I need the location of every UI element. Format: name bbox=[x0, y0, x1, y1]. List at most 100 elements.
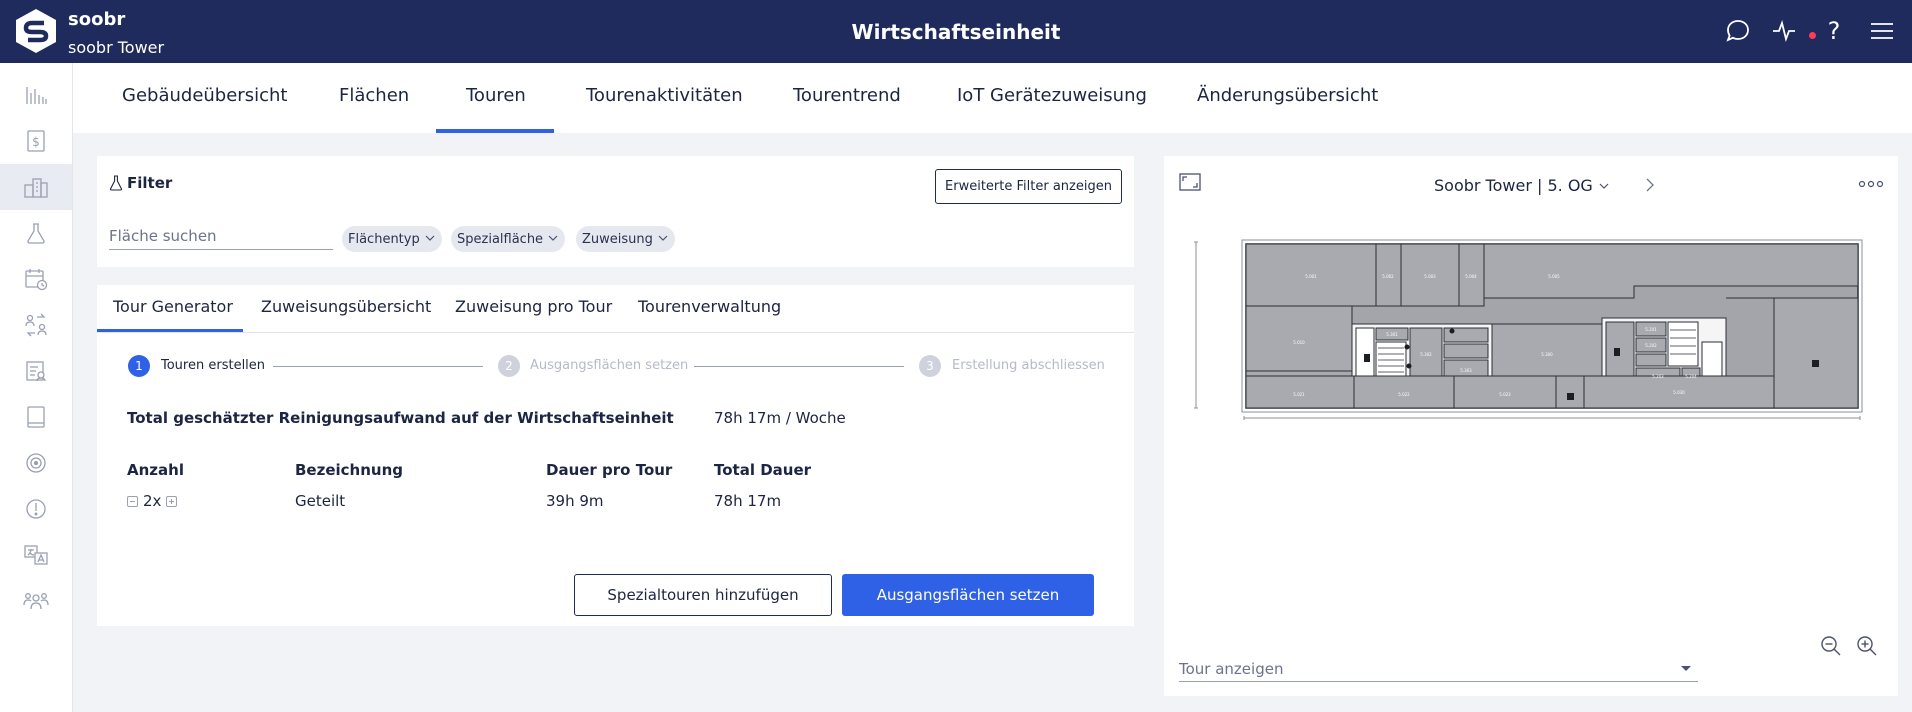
sidebar: $ bbox=[0, 63, 73, 712]
tab-tourenaktivitaeten[interactable]: Tourenaktivitäten bbox=[586, 85, 743, 106]
svg-text:5.004: 5.004 bbox=[1465, 274, 1477, 279]
svg-text:5.203: 5.203 bbox=[1652, 374, 1664, 379]
sidebar-item-buildings[interactable] bbox=[0, 164, 72, 210]
floor-plan-image[interactable]: 5.001 5.002 5.003 5.004 5.005 5.010 5.301 5.30… bbox=[1194, 236, 1864, 476]
zoom-out-icon[interactable] bbox=[1820, 635, 1842, 657]
top-bar: soobr soobr Tower Wirtschaftseinheit ? bbox=[0, 0, 1912, 63]
tour-total-duration: 78h 17m bbox=[714, 492, 782, 510]
chevron-down-icon bbox=[425, 235, 435, 241]
svg-text:5.030: 5.030 bbox=[1673, 390, 1685, 395]
sidebar-item-finance[interactable]: $ bbox=[0, 118, 72, 164]
chip-flaechentyp[interactable]: Flächentyp bbox=[342, 226, 442, 252]
column-header-anzahl: Anzahl bbox=[127, 461, 184, 479]
target-icon bbox=[26, 453, 46, 473]
sidebar-item-devices[interactable] bbox=[0, 394, 72, 440]
dollar-document-icon: $ bbox=[27, 130, 45, 152]
tour-duration: 39h 9m bbox=[546, 492, 604, 510]
sidebar-item-dashboard[interactable] bbox=[0, 72, 72, 118]
subtab-tourenverwaltung[interactable]: Tourenverwaltung bbox=[638, 297, 781, 316]
column-header-dauer-pro-tour: Dauer pro Tour bbox=[546, 461, 673, 479]
active-subtab-indicator bbox=[97, 329, 243, 332]
step-3-circle: 3 bbox=[919, 355, 941, 377]
zoom-in-icon[interactable] bbox=[1856, 635, 1878, 657]
sidebar-item-translations[interactable] bbox=[0, 532, 72, 578]
tab-aenderungsuebersicht[interactable]: Änderungsübersicht bbox=[1197, 85, 1378, 106]
svg-text:5.303: 5.303 bbox=[1460, 368, 1472, 373]
sidebar-item-assignments[interactable] bbox=[0, 302, 72, 348]
filter-title: Filter bbox=[109, 174, 172, 192]
tab-touren[interactable]: Touren bbox=[466, 85, 526, 106]
step-1-label: Touren erstellen bbox=[161, 358, 266, 373]
flask-icon bbox=[27, 223, 45, 244]
advanced-filter-button[interactable]: Erweiterte Filter anzeigen bbox=[935, 169, 1122, 204]
svg-text:$: $ bbox=[32, 135, 40, 149]
swap-icon bbox=[25, 313, 47, 337]
subtabs-divider bbox=[97, 332, 1134, 333]
chip-zuweisung[interactable]: Zuweisung bbox=[576, 226, 675, 252]
svg-text:5.001: 5.001 bbox=[1305, 274, 1317, 279]
floor-selector-label: Soobr Tower | 5. OG bbox=[1434, 176, 1593, 195]
tab-flaechen[interactable]: Flächen bbox=[339, 85, 409, 106]
filter-card: Filter Erweiterte Filter anzeigen Fläche… bbox=[97, 156, 1134, 267]
svg-text:5.023: 5.023 bbox=[1499, 392, 1511, 397]
summary-value: 78h 17m / Woche bbox=[714, 409, 846, 427]
help-icon[interactable]: ? bbox=[1819, 16, 1849, 46]
svg-text:5.021: 5.021 bbox=[1293, 392, 1305, 397]
svg-text:5.301: 5.301 bbox=[1386, 332, 1398, 337]
svg-text:5.005: 5.005 bbox=[1548, 274, 1560, 279]
filter-flask-icon bbox=[109, 175, 123, 191]
expand-icon[interactable] bbox=[1179, 173, 1201, 191]
svg-text:5.201: 5.201 bbox=[1645, 327, 1657, 332]
caret-down-icon bbox=[1681, 666, 1691, 671]
step-connector bbox=[273, 366, 483, 367]
alert-icon bbox=[26, 499, 46, 519]
chip-label: Flächentyp bbox=[348, 231, 420, 247]
notification-dot bbox=[1809, 32, 1816, 39]
soobr-logo-icon[interactable] bbox=[14, 8, 58, 54]
decrement-button[interactable] bbox=[127, 495, 138, 507]
svg-text:5.302: 5.302 bbox=[1420, 352, 1432, 357]
subtab-zuweisungsuebersicht[interactable]: Zuweisungsübersicht bbox=[261, 297, 431, 316]
report-icon bbox=[26, 361, 46, 382]
tab-tourentrend[interactable]: Tourentrend bbox=[793, 85, 901, 106]
table-row: 2x bbox=[127, 492, 178, 510]
sidebar-item-alerts[interactable] bbox=[0, 486, 72, 532]
sidebar-item-team[interactable] bbox=[0, 578, 72, 624]
chat-icon[interactable] bbox=[1723, 16, 1753, 46]
tab-iot-geraetezuweisung[interactable]: IoT Gerätezuweisung bbox=[957, 85, 1147, 106]
step-2-circle: 2 bbox=[498, 355, 520, 377]
area-search-input[interactable] bbox=[109, 222, 333, 250]
next-floor-icon[interactable] bbox=[1644, 177, 1656, 193]
page-title: Wirtschaftseinheit bbox=[851, 20, 1061, 44]
activity-icon[interactable] bbox=[1770, 16, 1800, 46]
more-options-icon[interactable] bbox=[1858, 180, 1884, 188]
svg-text:5.022: 5.022 bbox=[1398, 392, 1410, 397]
svg-text:5.002: 5.002 bbox=[1382, 274, 1394, 279]
column-header-total-dauer: Total Dauer bbox=[714, 461, 812, 479]
menu-icon[interactable] bbox=[1867, 16, 1897, 46]
tour-generator-card: Tour Generator Zuweisungsübersicht Zuwei… bbox=[97, 285, 1134, 626]
tour-name: Geteilt bbox=[295, 492, 346, 510]
chevron-down-icon bbox=[1599, 183, 1609, 189]
sidebar-item-schedule[interactable] bbox=[0, 256, 72, 302]
floor-selector[interactable]: Soobr Tower | 5. OG bbox=[1434, 176, 1609, 195]
team-icon bbox=[23, 593, 49, 610]
sidebar-item-goals[interactable] bbox=[0, 440, 72, 486]
sidebar-item-lab[interactable] bbox=[0, 210, 72, 256]
tour-select[interactable]: Tour anzeigen bbox=[1179, 656, 1698, 682]
chip-spezialflaeche[interactable]: Spezialfläche bbox=[451, 226, 566, 252]
increment-button[interactable] bbox=[166, 495, 178, 507]
subtab-tour-generator[interactable]: Tour Generator bbox=[113, 297, 233, 316]
subtab-zuweisung-pro-tour[interactable]: Zuweisung pro Tour bbox=[455, 297, 612, 316]
set-start-areas-button[interactable]: Ausgangsflächen setzen bbox=[842, 574, 1094, 616]
tour-count: 2x bbox=[143, 492, 162, 510]
main-tab-bar: Gebäudeübersicht Flächen Touren Tourenak… bbox=[73, 63, 1912, 133]
sidebar-item-reports[interactable] bbox=[0, 348, 72, 394]
svg-text:5.003: 5.003 bbox=[1424, 274, 1436, 279]
add-special-tours-button[interactable]: Spezialtouren hinzufügen bbox=[574, 574, 832, 616]
step-connector bbox=[694, 366, 904, 367]
tab-gebaeudeuebersicht[interactable]: Gebäudeübersicht bbox=[122, 85, 287, 106]
brand-subtitle: soobr Tower bbox=[68, 38, 165, 57]
step-3-label: Erstellung abschliessen bbox=[952, 358, 1105, 373]
chevron-down-icon bbox=[548, 235, 558, 241]
